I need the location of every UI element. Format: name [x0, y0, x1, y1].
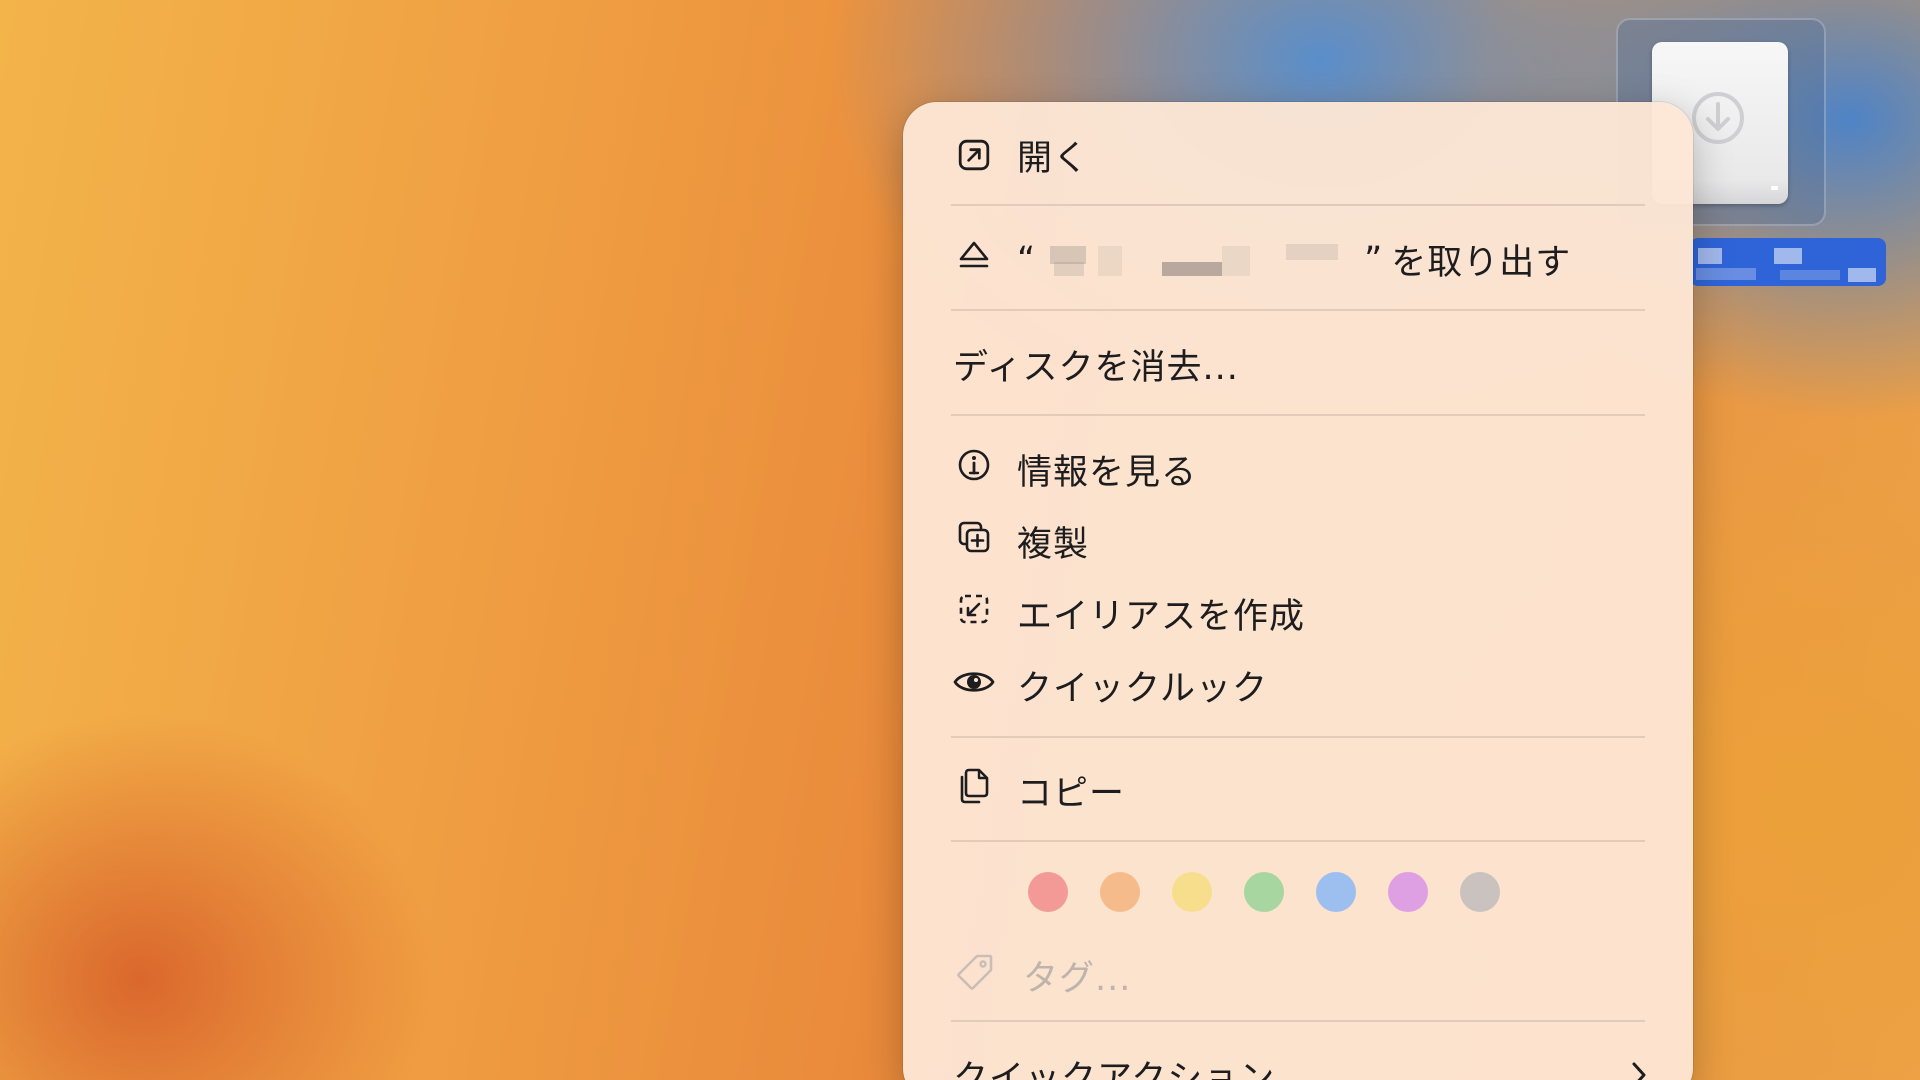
separator [951, 1020, 1645, 1022]
tag-color-row [1028, 872, 1500, 912]
chevron-right-icon [1629, 1060, 1649, 1080]
eye-icon [953, 666, 995, 702]
tag-color-orange[interactable] [1100, 872, 1140, 912]
duplicate-icon [957, 520, 991, 558]
menu-item-erase-disk[interactable]: ディスクを消去... [903, 329, 1693, 393]
menu-item-open-label: 開く [1017, 139, 1090, 179]
tag-color-yellow[interactable] [1172, 872, 1212, 912]
desktop: 開く “ ” を取り出す ディスクを消去... 情報を見る 複製 エイリアスを作… [0, 0, 1920, 1080]
alias-icon [957, 592, 991, 630]
drive-led [1771, 186, 1778, 190]
tag-color-gray[interactable] [1460, 872, 1500, 912]
separator [951, 736, 1645, 738]
eject-quote-open: “ [1017, 239, 1037, 280]
drive-name-label[interactable] [1690, 238, 1886, 286]
separator [951, 309, 1645, 311]
tag-color-purple[interactable] [1388, 872, 1428, 912]
menu-item-get-info[interactable]: 情報を見る [903, 434, 1693, 498]
copy-icon [957, 767, 991, 809]
separator [951, 204, 1645, 206]
menu-item-eject[interactable]: “ ” を取り出す [903, 224, 1693, 288]
eject-icon [957, 238, 991, 276]
menu-item-get-info-label: 情報を見る [1017, 453, 1198, 493]
redacted-volume-name [1040, 240, 1360, 280]
tag-color-red[interactable] [1028, 872, 1068, 912]
open-icon [957, 138, 997, 178]
menu-item-tags[interactable]: タグ... [903, 938, 1693, 1002]
menu-item-eject-label: “ ” を取り出す [1017, 234, 1571, 285]
eject-suffix: を取り出す [1391, 243, 1572, 283]
menu-item-quick-look[interactable]: クイックルック [903, 650, 1693, 714]
context-menu: 開く “ ” を取り出す ディスクを消去... 情報を見る 複製 エイリアスを作… [903, 102, 1693, 1080]
menu-item-erase-disk-label: ディスクを消去... [953, 348, 1239, 388]
tag-color-blue[interactable] [1316, 872, 1356, 912]
download-arrow-icon [1692, 92, 1744, 144]
menu-item-tags-label: タグ... [1023, 959, 1132, 999]
menu-item-copy[interactable]: コピー [903, 755, 1693, 819]
info-icon [957, 448, 991, 486]
menu-item-quick-look-label: クイックルック [1017, 669, 1268, 709]
separator [951, 840, 1645, 842]
menu-item-quick-actions[interactable]: クイックアクション [903, 1040, 1693, 1080]
tag-color-green[interactable] [1244, 872, 1284, 912]
menu-item-quick-actions-label: クイックアクション [953, 1059, 1276, 1080]
menu-item-duplicate-label: 複製 [1017, 525, 1090, 565]
menu-item-duplicate[interactable]: 複製 [903, 506, 1693, 570]
menu-item-copy-label: コピー [1017, 774, 1126, 814]
menu-item-make-alias[interactable]: エイリアスを作成 [903, 578, 1693, 642]
menu-item-make-alias-label: エイリアスを作成 [1017, 597, 1306, 637]
separator [951, 414, 1645, 416]
tag-icon [955, 952, 995, 996]
eject-quote-close: ” [1364, 239, 1384, 280]
